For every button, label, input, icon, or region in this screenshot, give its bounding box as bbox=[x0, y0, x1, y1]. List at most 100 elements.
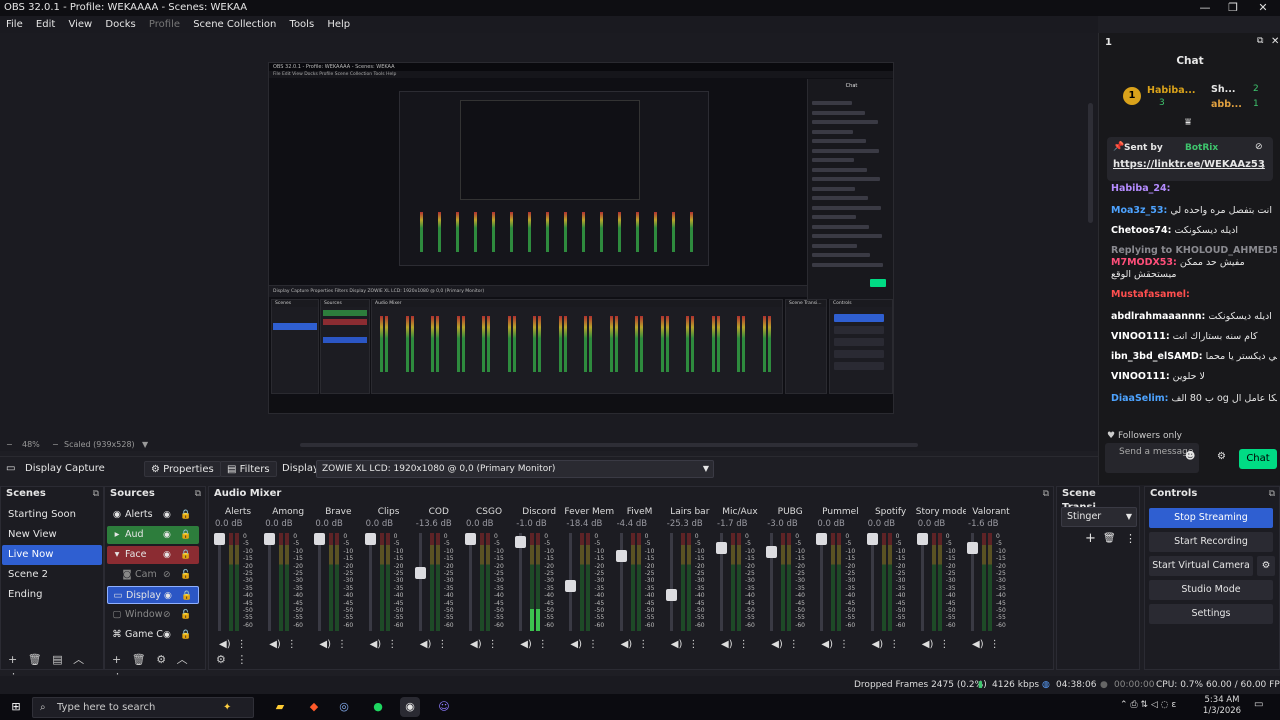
trash-icon[interactable]: 🗑 bbox=[28, 651, 42, 669]
eye-icon[interactable]: ◉ bbox=[163, 626, 173, 644]
start-virtual-camera-button[interactable]: Start Virtual Camera bbox=[1149, 556, 1253, 576]
undock-icon[interactable]: ⧉ bbox=[1043, 487, 1049, 501]
speaker-icon[interactable]: ◀) bbox=[721, 639, 733, 650]
volume-fader[interactable] bbox=[515, 533, 527, 631]
fader-handle[interactable] bbox=[766, 545, 778, 558]
add-icon[interactable]: + bbox=[1085, 531, 1096, 546]
transition-select[interactable]: Stinger ▼ bbox=[1061, 507, 1137, 527]
filters-button[interactable]: ▤ Filters bbox=[220, 461, 277, 477]
volume-fader[interactable] bbox=[465, 533, 476, 631]
unpin-icon[interactable]: ⊘ bbox=[1255, 142, 1263, 152]
volume-fader[interactable] bbox=[766, 533, 778, 631]
volume-fader[interactable] bbox=[665, 533, 677, 631]
lock-icon[interactable]: 🔒 bbox=[180, 526, 191, 544]
volume-fader[interactable] bbox=[967, 533, 978, 631]
minimize-icon[interactable]: — bbox=[1190, 0, 1220, 16]
chat-user[interactable]: Habiba_24: bbox=[1111, 183, 1170, 194]
scene-item-ending[interactable]: Ending bbox=[2, 585, 102, 605]
scene-item-scene-2[interactable]: Scene 2 bbox=[2, 565, 102, 585]
more-icon[interactable]: ⋮ bbox=[839, 639, 849, 650]
more-icon[interactable]: ⋮ bbox=[789, 639, 799, 650]
eye-off-icon[interactable]: ⊘ bbox=[163, 606, 173, 624]
fader-handle[interactable] bbox=[515, 536, 527, 549]
fader-handle[interactable] bbox=[364, 533, 376, 545]
more-icon[interactable]: ⋮ bbox=[688, 639, 698, 650]
fader-handle[interactable] bbox=[816, 533, 828, 545]
chat-user[interactable]: ibn_3bd_elSAMD: bbox=[1111, 351, 1203, 362]
preview-vertical-scrollbar[interactable] bbox=[1086, 33, 1096, 437]
more-icon[interactable]: ⋮ bbox=[889, 639, 899, 650]
scrollbar-thumb[interactable] bbox=[1088, 103, 1093, 223]
fader-handle[interactable] bbox=[916, 533, 928, 545]
pinned-link[interactable]: https://linktr.ee/WEKAAz53 bbox=[1113, 159, 1265, 170]
volume-fader[interactable] bbox=[916, 533, 928, 631]
menu-profile[interactable]: Profile bbox=[149, 16, 184, 33]
undock-icon[interactable]: ⧉ bbox=[1269, 487, 1275, 501]
more-icon[interactable]: ⋮ bbox=[236, 651, 247, 669]
menu-file[interactable]: File bbox=[6, 16, 27, 33]
close-icon[interactable]: ✕ bbox=[1271, 36, 1279, 47]
gear-icon[interactable]: ⚙ bbox=[1217, 451, 1226, 462]
gear-icon[interactable]: ⚙ bbox=[1257, 556, 1275, 576]
chat-user[interactable]: DiaaSelim: bbox=[1111, 393, 1168, 404]
chat-user[interactable]: Chetoos74: bbox=[1111, 225, 1171, 236]
fader-handle[interactable] bbox=[264, 533, 276, 545]
taskbar-search[interactable]: ⌕ Type here to search ✦ bbox=[32, 697, 254, 718]
collapse-icon[interactable]: ▾ bbox=[111, 546, 123, 564]
speaker-icon[interactable]: ◀) bbox=[771, 639, 783, 650]
add-icon[interactable]: + bbox=[112, 651, 121, 669]
stop-streaming-button[interactable]: Stop Streaming bbox=[1149, 508, 1273, 528]
more-icon[interactable]: ⋮ bbox=[538, 639, 548, 650]
zoom-dropdown-icon[interactable]: ▼ bbox=[142, 438, 148, 452]
chat-user[interactable]: VINOO111: bbox=[1111, 371, 1170, 382]
speaker-icon[interactable]: ◀) bbox=[370, 639, 382, 650]
filter-icon[interactable]: ▤ bbox=[52, 651, 62, 669]
speaker-icon[interactable]: ◀) bbox=[922, 639, 934, 650]
speaker-icon[interactable]: ◀) bbox=[972, 639, 984, 650]
filter-icon[interactable]: ⩸ bbox=[1185, 117, 1191, 128]
eye-icon[interactable]: ◉ bbox=[163, 506, 173, 524]
source-item-display[interactable]: ▭ Display ◉ 🔒 bbox=[107, 586, 199, 604]
menu-edit[interactable]: Edit bbox=[36, 16, 59, 33]
more-icon[interactable]: ⋮ bbox=[990, 639, 1000, 650]
volume-fader[interactable] bbox=[716, 533, 727, 631]
speaker-icon[interactable]: ◀) bbox=[872, 639, 884, 650]
chat-user[interactable]: Replying to KHOLOUD_AHMED53: ... bbox=[1111, 245, 1277, 256]
studio-mode-button[interactable]: Studio Mode bbox=[1149, 580, 1273, 600]
unlock-icon[interactable]: 🔓 bbox=[180, 566, 191, 584]
more-icon[interactable]: ⋮ bbox=[588, 639, 598, 650]
more-icon[interactable]: ⋮ bbox=[287, 639, 297, 650]
discord-icon[interactable]: ☺ bbox=[434, 697, 454, 717]
settings-button[interactable]: Settings bbox=[1149, 604, 1273, 624]
volume-fader[interactable] bbox=[866, 533, 878, 631]
more-icon[interactable]: ⋮ bbox=[387, 639, 397, 650]
speaker-icon[interactable]: ◀) bbox=[621, 639, 633, 650]
volume-fader[interactable] bbox=[214, 533, 225, 631]
scene-item-new-view[interactable]: New View bbox=[2, 525, 102, 545]
trash-icon[interactable]: 🗑 bbox=[132, 651, 146, 669]
undock-icon[interactable]: ⧉ bbox=[195, 487, 201, 501]
eye-icon[interactable]: ◉ bbox=[163, 546, 173, 564]
undock-icon[interactable]: ⧉ bbox=[1257, 36, 1263, 46]
volume-fader[interactable] bbox=[816, 533, 828, 631]
speaker-icon[interactable]: ◀) bbox=[570, 639, 582, 650]
chat-user[interactable]: abdlrahmaaannn: bbox=[1111, 311, 1205, 322]
scene-item-live-now[interactable]: Live Now bbox=[2, 545, 102, 565]
more-icon[interactable]: ⋮ bbox=[437, 639, 447, 650]
source-item-alerts[interactable]: ◉ Alerts ◉ 🔒 bbox=[107, 506, 199, 524]
more-icon[interactable]: ⋮ bbox=[939, 639, 949, 650]
file-explorer-icon[interactable]: ▰ bbox=[270, 697, 290, 717]
eye-off-icon[interactable]: ⊘ bbox=[163, 566, 173, 584]
display-select[interactable]: ZOWIE XL LCD: 1920x1080 @ 0,0 (Primary M… bbox=[316, 460, 714, 478]
volume-fader[interactable] bbox=[264, 533, 276, 631]
obs-icon[interactable]: ◉ bbox=[400, 697, 420, 717]
more-icon[interactable]: ⋮ bbox=[1125, 532, 1136, 545]
trash-icon[interactable]: 🗑 bbox=[1103, 533, 1116, 544]
move-up-icon[interactable]: ︿ bbox=[73, 651, 84, 669]
volume-fader[interactable] bbox=[414, 533, 426, 631]
more-icon[interactable]: ⋮ bbox=[488, 639, 498, 650]
close-icon[interactable]: ✕ bbox=[1248, 0, 1278, 16]
start-recording-button[interactable]: Start Recording bbox=[1149, 532, 1273, 552]
menu-scene-collection[interactable]: Scene Collection bbox=[193, 16, 280, 33]
fader-handle[interactable] bbox=[465, 533, 476, 545]
